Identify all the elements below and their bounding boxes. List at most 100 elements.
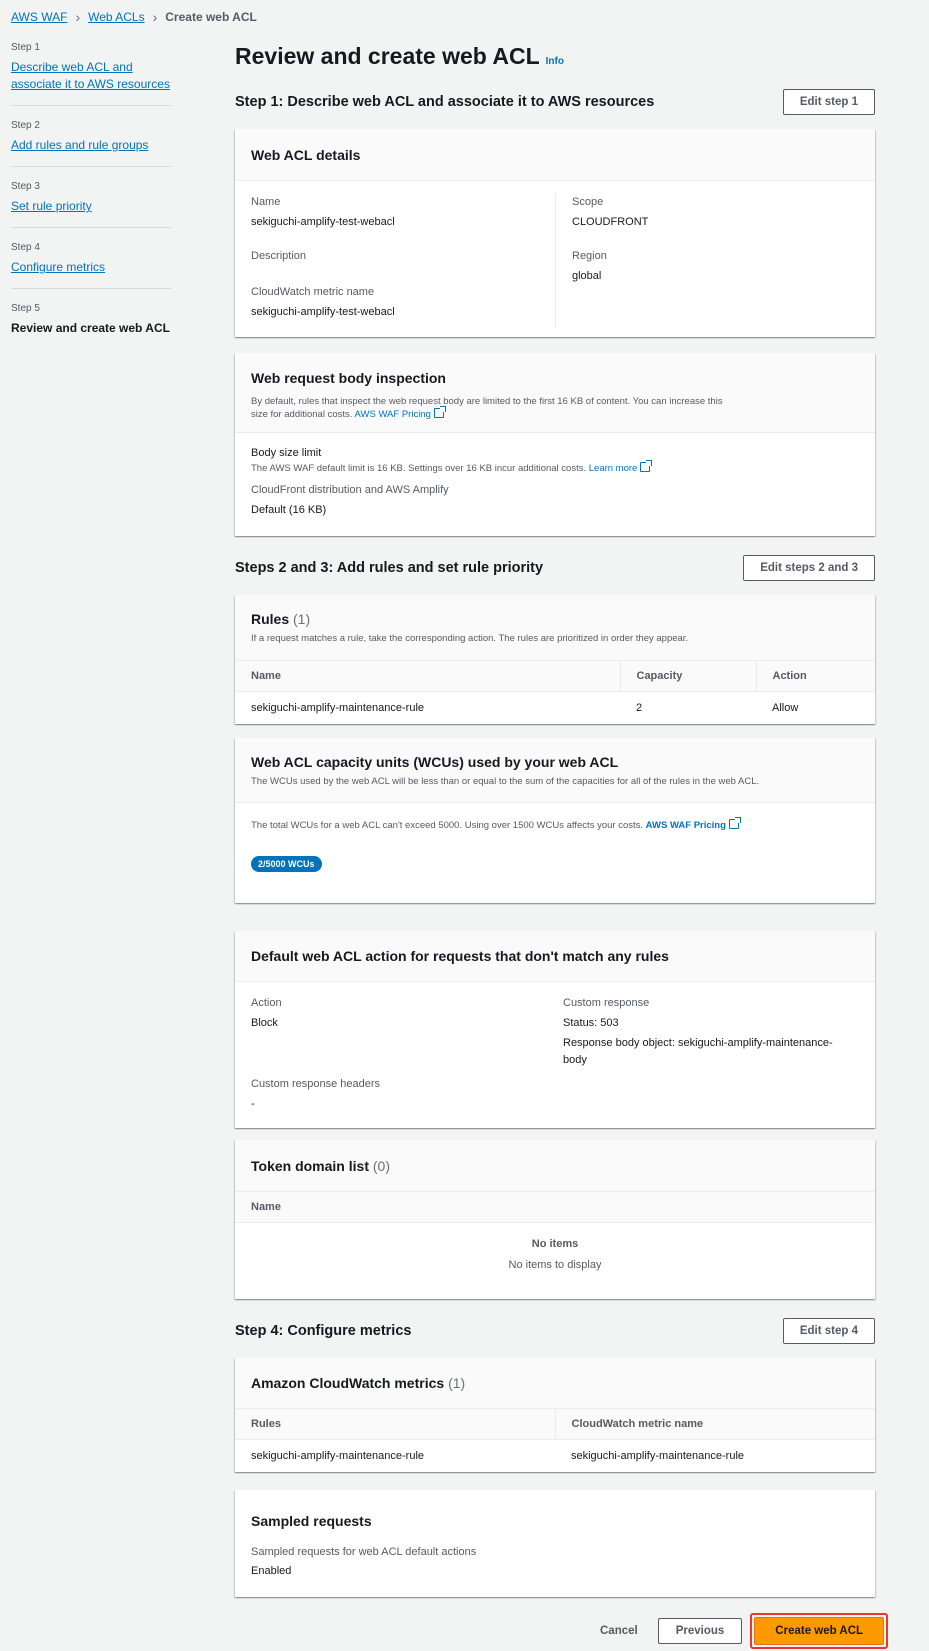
nav-step-label: Step 3 (11, 181, 40, 192)
nav-step-1-link[interactable]: Describe web ACL and associate it to AWS… (11, 60, 170, 91)
body-inspection-desc: By default, rules that inspect the web r… (251, 396, 723, 420)
rules-desc: If a request matches a rule, take the co… (251, 633, 689, 644)
rules-table: Name Capacity Action sekiguchi-amplify-m… (235, 660, 875, 724)
cloudwatch-card: Amazon CloudWatch metrics (1) Rules Clou… (235, 1358, 875, 1472)
sampled-label: Sampled requests for web ACL default act… (251, 1546, 477, 1558)
nav-step-3-link[interactable]: Set rule priority (11, 199, 92, 213)
region-label: Region (572, 250, 607, 262)
external-link-icon (728, 817, 741, 829)
aws-waf-pricing-link[interactable]: AWS WAF Pricing (355, 406, 446, 420)
custom-response-label: Custom response (563, 997, 650, 1009)
nav-step-2-link[interactable]: Add rules and rule groups (11, 138, 148, 152)
cloudwatch-title: Amazon CloudWatch metrics (1) (251, 1375, 466, 1391)
cloudfront-value: Default (16 KB) (251, 504, 327, 516)
custom-headers-label: Custom response headers (251, 1078, 381, 1090)
previous-button[interactable]: Previous (657, 1618, 743, 1644)
nav-step-5: Step 5 Review and create web ACL (11, 301, 171, 349)
rule-name: sekiguchi-amplify-maintenance-rule (251, 701, 425, 714)
learn-more-link[interactable]: Learn more (589, 460, 653, 474)
sampled-requests-card: Sampled requests Sampled requests for we… (235, 1490, 875, 1597)
default-action-card: Default web ACL action for requests that… (235, 931, 875, 1128)
cw-metric-name: sekiguchi-amplify-maintenance-rule (571, 1449, 745, 1462)
col-name: Name (235, 660, 620, 692)
token-domain-title: Token domain list (0) (251, 1157, 390, 1174)
breadcrumb: AWS WAF › Web ACLs › Create web ACL (11, 9, 257, 25)
wcu-note: The total WCUs for a web ACL can't excee… (251, 817, 859, 832)
wcu-desc: The WCUs used by the web ACL will be les… (251, 776, 760, 787)
body-size-limit-label: Body size limit (251, 447, 322, 459)
description-label: Description (251, 250, 307, 262)
nav-step-4: Step 4 Configure metrics (11, 240, 171, 289)
cancel-button[interactable]: Cancel (600, 1625, 638, 1637)
create-web-acl-button[interactable]: Create web ACL (754, 1617, 885, 1645)
scope-label: Scope (572, 196, 604, 208)
nav-step-label: Step 1 (11, 42, 40, 53)
body-inspection-title: Web request body inspection (251, 370, 446, 386)
action-value: Block (251, 1017, 278, 1029)
scope-value: CLOUDFRONT (572, 216, 649, 228)
nav-step-label: Step 2 (11, 120, 40, 131)
wcu-pricing-link[interactable]: AWS WAF Pricing (646, 817, 741, 831)
nav-step-2: Step 2 Add rules and rule groups (11, 118, 171, 167)
highlight-box: Create web ACL (750, 1613, 889, 1649)
action-label: Action (251, 997, 282, 1009)
name-value: sekiguchi-amplify-test-webacl (251, 216, 395, 228)
step1-heading: Step 1: Describe web ACL and associate i… (235, 94, 655, 110)
nav-step-label: Step 4 (11, 242, 40, 253)
custom-headers-value: - (251, 1098, 255, 1110)
rule-capacity: 2 (636, 701, 643, 714)
cloudfront-label: CloudFront distribution and AWS Amplify (251, 484, 449, 496)
table-row: sekiguchi-amplify-maintenance-rule sekig… (235, 1440, 875, 1472)
external-link-icon (433, 406, 446, 418)
token-table: Name (235, 1191, 875, 1223)
sampled-title: Sampled requests (251, 1513, 372, 1529)
col-capacity: Capacity (619, 660, 756, 692)
chevron-right-icon: › (75, 9, 81, 25)
wizard-footer: Cancel Previous Create web ACL (600, 1613, 889, 1649)
step1-header: Step 1: Describe web ACL and associate i… (235, 89, 875, 115)
rules-card: Rules (1) If a request matches a rule, t… (235, 595, 875, 724)
region-value: global (572, 270, 602, 282)
nav-step-4-link[interactable]: Configure metrics (11, 260, 105, 274)
chevron-right-icon: › (152, 9, 158, 25)
name-label: Name (251, 196, 281, 208)
response-body-object: Response body object: sekiguchi-amplify-… (563, 1037, 833, 1066)
response-status: Status: 503 (563, 1017, 619, 1029)
step23-header: Steps 2 and 3: Add rules and set rule pr… (235, 555, 875, 581)
web-acl-details-card: Web ACL details Name sekiguchi-amplify-t… (235, 129, 875, 337)
empty-title: No items (531, 1238, 579, 1250)
step23-heading: Steps 2 and 3: Add rules and set rule pr… (235, 560, 544, 576)
nav-step-3: Step 3 Set rule priority (11, 179, 171, 228)
col-action: Action (755, 660, 875, 692)
wcu-badge: 2/5000 WCUs (251, 856, 322, 872)
page-title: Review and create web ACL Info (235, 43, 564, 70)
wcu-card: Web ACL capacity units (WCUs) used by yo… (235, 738, 875, 903)
empty-desc: No items to display (508, 1259, 602, 1271)
info-link[interactable]: Info (546, 56, 564, 67)
body-inspection-card: Web request body inspection By default, … (235, 353, 875, 536)
rule-action: Allow (772, 701, 799, 714)
table-row: sekiguchi-amplify-maintenance-rule 2 All… (235, 692, 875, 724)
token-domain-card: Token domain list (0) Name No items No i… (235, 1140, 875, 1299)
metric-name-value: sekiguchi-amplify-test-webacl (251, 306, 395, 318)
web-acl-details-title: Web ACL details (251, 146, 361, 163)
col-metric-name: CloudWatch metric name (554, 1408, 875, 1440)
nav-step-5-current: Review and create web ACL (11, 321, 170, 335)
edit-step-1-button[interactable]: Edit step 1 (782, 89, 875, 115)
breadcrumb-aws-waf[interactable]: AWS WAF (11, 10, 67, 24)
cw-rule-name: sekiguchi-amplify-maintenance-rule (251, 1449, 425, 1462)
wcu-title: Web ACL capacity units (WCUs) used by yo… (251, 754, 619, 770)
edit-step-4-button[interactable]: Edit step 4 (782, 1318, 875, 1344)
edit-steps-2-3-button[interactable]: Edit steps 2 and 3 (743, 555, 875, 581)
rules-title: Rules (1) (251, 611, 311, 627)
breadcrumb-current: Create web ACL (165, 10, 257, 24)
default-action-title: Default web ACL action for requests that… (251, 948, 669, 964)
column-divider (555, 193, 556, 329)
external-link-icon (640, 460, 653, 472)
nav-step-label: Step 5 (11, 303, 40, 314)
step4-heading: Step 4: Configure metrics (235, 1323, 412, 1339)
breadcrumb-web-acls[interactable]: Web ACLs (88, 10, 144, 24)
wizard-steps-nav: Step 1 Describe web ACL and associate it… (11, 40, 171, 361)
metric-name-label: CloudWatch metric name (251, 286, 375, 298)
page-title-text: Review and create web ACL (235, 43, 540, 69)
